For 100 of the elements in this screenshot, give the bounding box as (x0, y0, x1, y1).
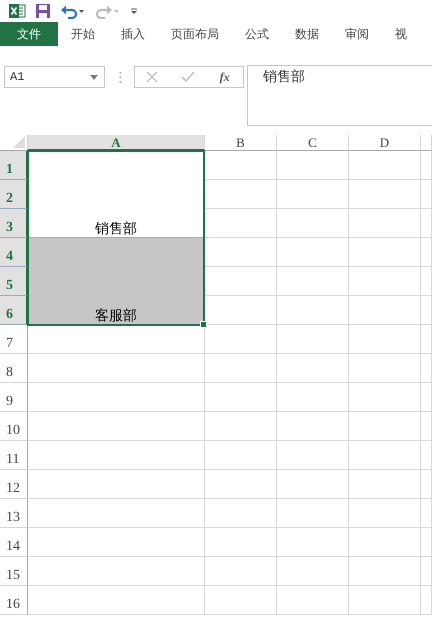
empty-cell[interactable] (349, 325, 421, 354)
name-box[interactable]: A1 (4, 66, 105, 88)
empty-cell[interactable] (349, 528, 421, 557)
row-header[interactable]: 7 (0, 325, 28, 354)
empty-cell[interactable] (28, 354, 205, 383)
empty-cell[interactable] (277, 557, 349, 586)
empty-cell[interactable] (349, 499, 421, 528)
row-header[interactable]: 11 (0, 441, 28, 470)
column-header[interactable]: B (205, 135, 277, 151)
row-header[interactable]: 9 (0, 383, 28, 412)
empty-cell[interactable] (421, 238, 432, 267)
empty-cell[interactable] (349, 383, 421, 412)
empty-cell[interactable] (205, 209, 277, 238)
empty-cell[interactable] (28, 470, 205, 499)
save-icon[interactable] (35, 3, 51, 19)
empty-cell[interactable] (205, 499, 277, 528)
empty-cell[interactable] (277, 441, 349, 470)
row-header[interactable]: 10 (0, 412, 28, 441)
row-header[interactable]: 2 (0, 180, 28, 209)
excel-logo-icon[interactable] (8, 3, 26, 19)
empty-cell[interactable] (421, 441, 432, 470)
row-header[interactable]: 5 (0, 267, 28, 296)
empty-cell[interactable] (421, 383, 432, 412)
fill-handle[interactable] (200, 321, 207, 328)
empty-cell[interactable] (277, 499, 349, 528)
row-header[interactable]: 6 (0, 296, 28, 325)
empty-cell[interactable] (205, 557, 277, 586)
empty-cell[interactable] (349, 209, 421, 238)
ribbon-tab[interactable]: 文件 (0, 22, 58, 46)
empty-cell[interactable] (28, 499, 205, 528)
empty-cell[interactable] (205, 151, 277, 180)
empty-cell[interactable] (349, 470, 421, 499)
empty-cell[interactable] (349, 441, 421, 470)
empty-cell[interactable] (349, 354, 421, 383)
empty-cell[interactable] (421, 325, 432, 354)
ribbon-tab[interactable]: 开始 (58, 22, 108, 46)
row-header[interactable]: 15 (0, 557, 28, 586)
row-header[interactable]: 1 (0, 151, 28, 180)
empty-cell[interactable] (28, 528, 205, 557)
cancel-icon[interactable] (146, 71, 158, 83)
check-icon[interactable] (180, 71, 195, 83)
empty-cell[interactable] (205, 267, 277, 296)
empty-cell[interactable] (421, 296, 432, 325)
empty-cell[interactable] (28, 557, 205, 586)
empty-cell[interactable] (277, 267, 349, 296)
empty-cell[interactable] (349, 238, 421, 267)
empty-cell[interactable] (421, 354, 432, 383)
empty-cell[interactable] (421, 528, 432, 557)
empty-cell[interactable] (277, 209, 349, 238)
empty-cell[interactable] (349, 412, 421, 441)
empty-cell[interactable] (421, 267, 432, 296)
empty-cell[interactable] (349, 586, 421, 615)
row-header[interactable]: 8 (0, 354, 28, 383)
ribbon-tab[interactable]: 视 (382, 22, 420, 46)
empty-cell[interactable] (277, 528, 349, 557)
empty-cell[interactable] (205, 354, 277, 383)
ribbon-tab[interactable]: 页面布局 (158, 22, 232, 46)
empty-cell[interactable] (277, 470, 349, 499)
empty-cell[interactable] (205, 238, 277, 267)
empty-cell[interactable] (421, 412, 432, 441)
empty-cell[interactable] (205, 180, 277, 209)
row-header[interactable]: 16 (0, 586, 28, 615)
empty-cell[interactable] (28, 412, 205, 441)
empty-cell[interactable] (277, 586, 349, 615)
empty-cell[interactable] (277, 383, 349, 412)
select-all-icon[interactable] (13, 136, 25, 148)
empty-cell[interactable] (277, 151, 349, 180)
empty-cell[interactable] (205, 528, 277, 557)
empty-cell[interactable] (277, 325, 349, 354)
column-header[interactable]: C (277, 135, 349, 151)
empty-cell[interactable] (277, 354, 349, 383)
ribbon-tab[interactable]: 数据 (282, 22, 332, 46)
empty-cell[interactable] (421, 499, 432, 528)
row-header[interactable]: 4 (0, 238, 28, 267)
empty-cell[interactable] (28, 383, 205, 412)
ribbon-tab[interactable]: 审阅 (332, 22, 382, 46)
empty-cell[interactable] (349, 296, 421, 325)
empty-cell[interactable] (205, 586, 277, 615)
empty-cell[interactable] (421, 209, 432, 238)
insert-function-button[interactable]: fx (218, 70, 232, 84)
empty-cell[interactable] (205, 412, 277, 441)
row-header[interactable]: 12 (0, 470, 28, 499)
row-header[interactable]: 3 (0, 209, 28, 238)
empty-cell[interactable] (421, 470, 432, 499)
ribbon-tab[interactable]: 插入 (108, 22, 158, 46)
empty-cell[interactable] (205, 441, 277, 470)
column-header[interactable]: A (28, 135, 205, 151)
empty-cell[interactable] (421, 180, 432, 209)
ribbon-tab[interactable]: 公式 (232, 22, 282, 46)
empty-cell[interactable] (205, 470, 277, 499)
column-header[interactable]: D (349, 135, 421, 151)
empty-cell[interactable] (277, 180, 349, 209)
empty-cell[interactable] (349, 180, 421, 209)
empty-cell[interactable] (277, 238, 349, 267)
empty-cell[interactable] (349, 267, 421, 296)
customize-caret-icon[interactable] (130, 6, 138, 16)
empty-cell[interactable] (28, 586, 205, 615)
empty-cell[interactable] (205, 383, 277, 412)
empty-cell[interactable] (421, 557, 432, 586)
empty-cell[interactable] (28, 441, 205, 470)
